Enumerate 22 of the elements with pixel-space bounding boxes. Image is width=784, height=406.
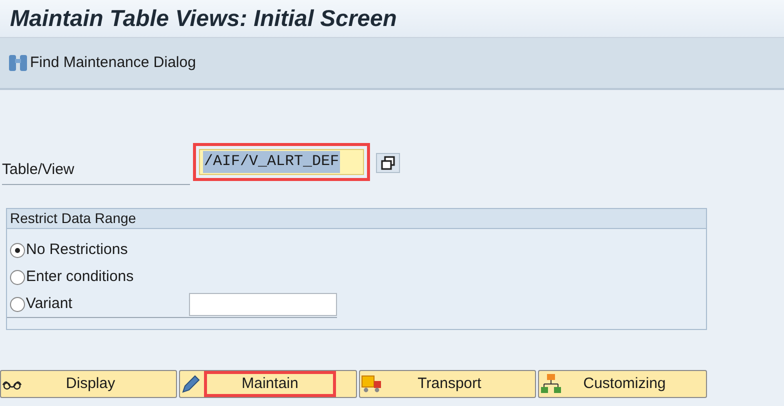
option-label: Variant	[26, 294, 74, 314]
pencil-icon	[181, 374, 201, 394]
table-view-field[interactable]: /AIF/V_ALRT_DEF	[199, 149, 364, 175]
find-maintenance-dialog-button[interactable]: Find Maintenance Dialog	[8, 52, 196, 74]
option-label: Enter conditions	[26, 267, 135, 288]
copy-icon	[381, 156, 395, 170]
variant-field[interactable]	[189, 292, 337, 316]
option-label: No Restrictions	[26, 240, 129, 260]
radio-button[interactable]	[10, 296, 25, 312]
toolbar-button[interactable]: Customizing	[538, 370, 707, 398]
radio-button[interactable]	[10, 270, 25, 285]
radio-button[interactable]	[10, 243, 25, 258]
group-title: Restrict Data Range	[10, 209, 136, 228]
copy-button[interactable]	[376, 153, 400, 173]
toolbar-button[interactable]: Transport	[359, 370, 536, 398]
hierarchy-icon	[540, 373, 562, 395]
truck-icon	[361, 374, 383, 394]
binoculars-icon	[8, 53, 28, 73]
toolbar-button[interactable]: Maintain	[179, 370, 357, 398]
toolbar-button[interactable]: Display	[0, 370, 177, 398]
table-view-label: Table/View	[2, 161, 74, 178]
window-title: Maintain Table Views: Initial Screen	[10, 4, 397, 34]
